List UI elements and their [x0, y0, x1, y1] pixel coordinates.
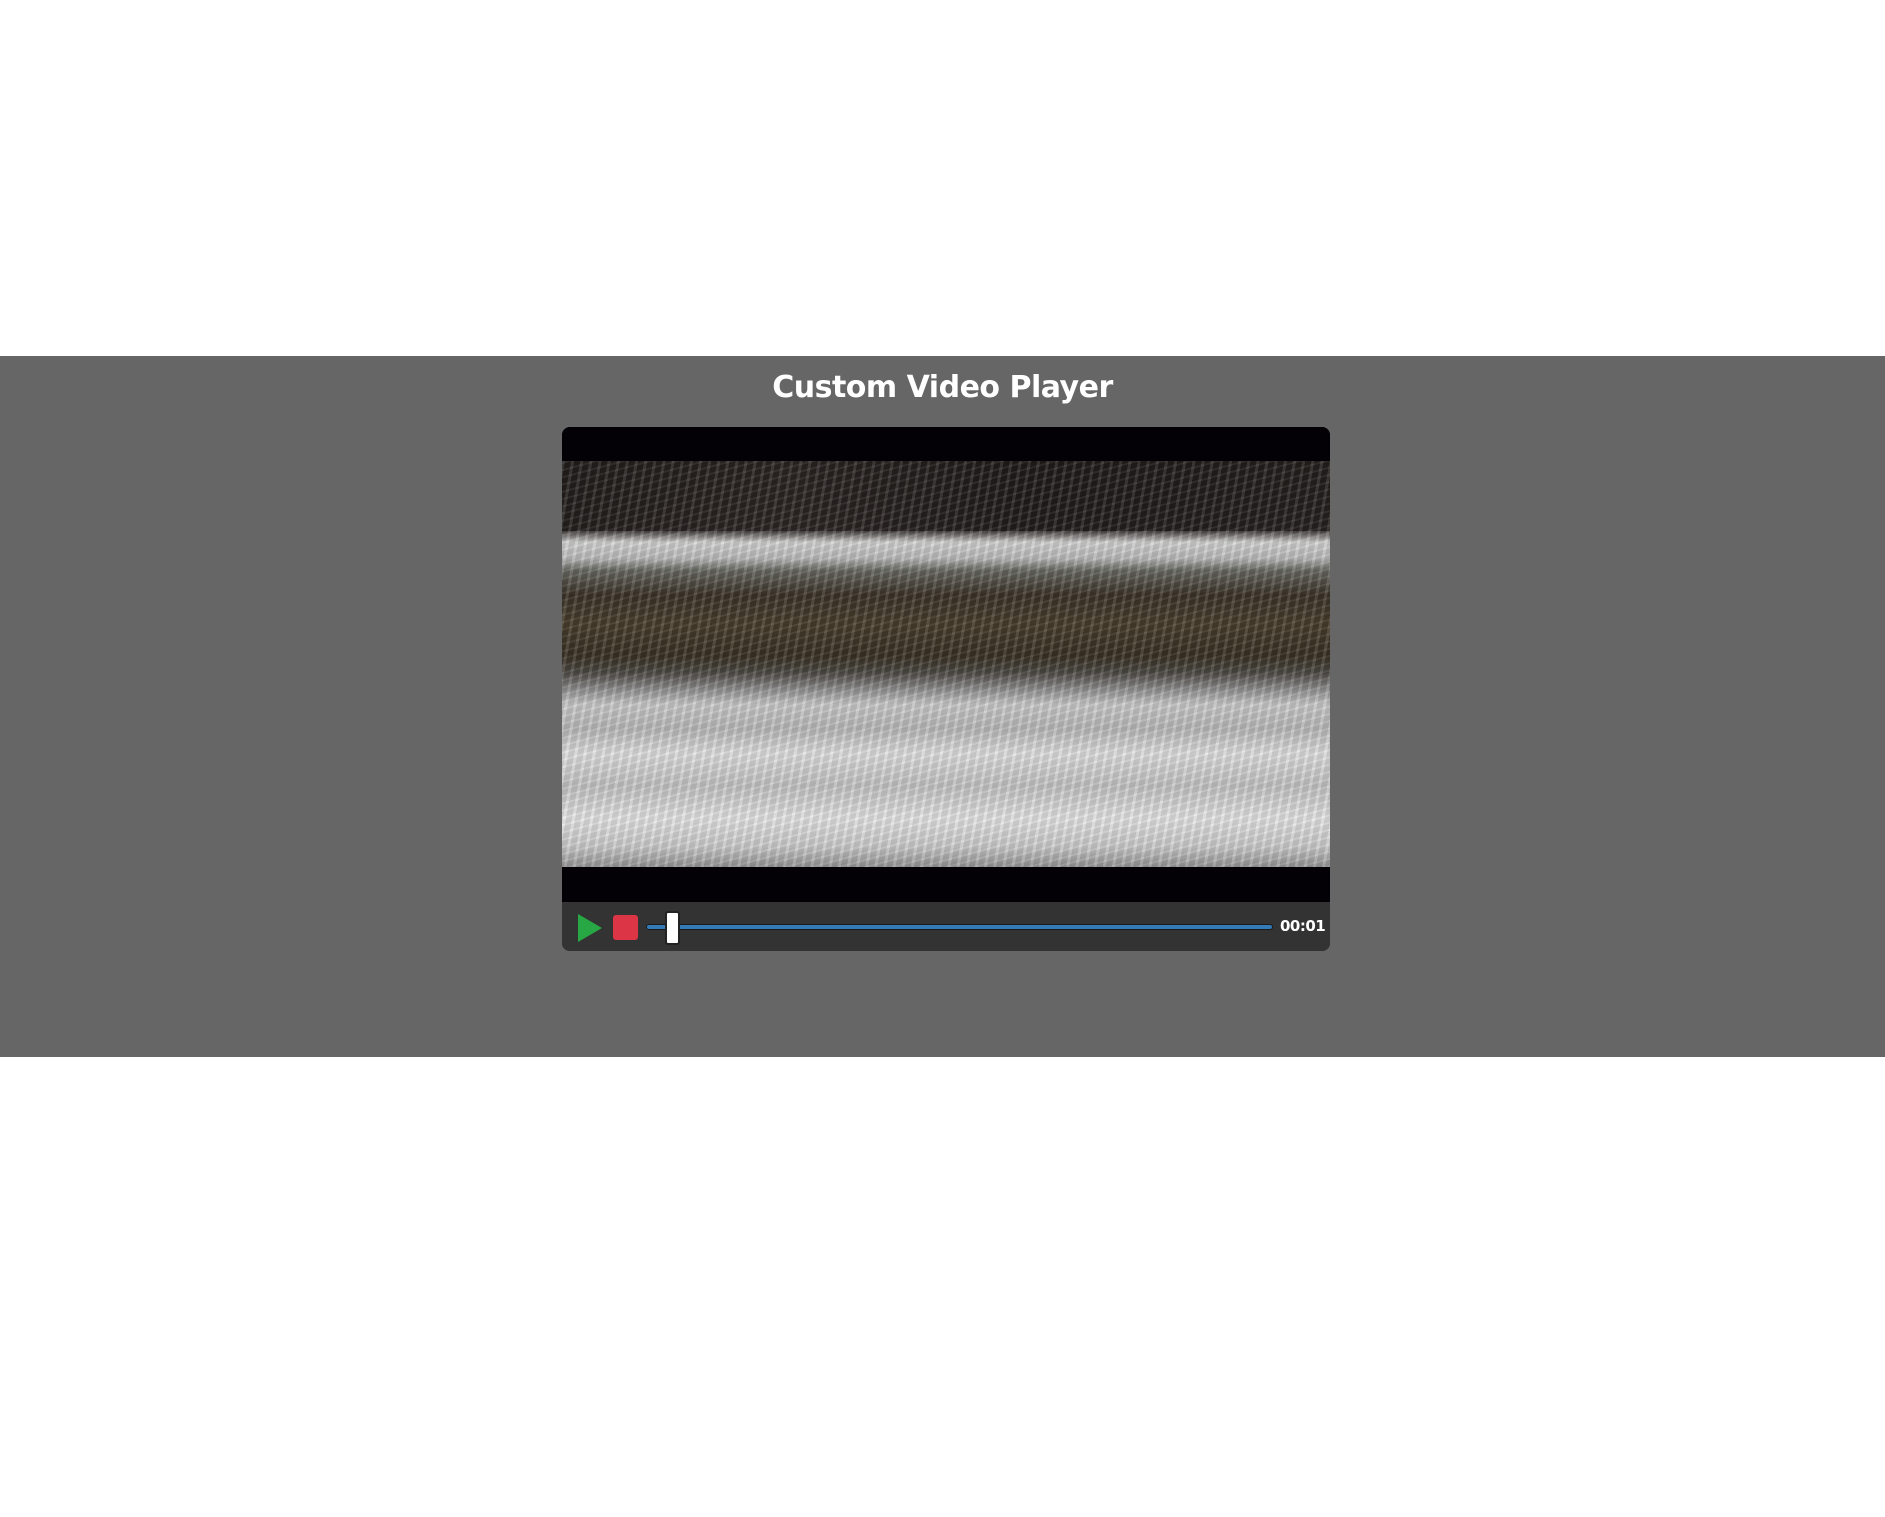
video-frame [562, 461, 1330, 867]
progress-bar[interactable] [646, 911, 1273, 945]
player-controls: 00:01 [562, 902, 1330, 951]
video-display[interactable] [562, 427, 1330, 902]
stop-icon[interactable] [613, 915, 638, 940]
page-title: Custom Video Player [772, 370, 1113, 405]
current-time: 00:01 [1280, 917, 1326, 935]
video-frame-water [562, 461, 1330, 867]
video-player: 00:01 [562, 427, 1330, 951]
progress-thumb[interactable] [665, 911, 680, 945]
play-icon[interactable] [578, 914, 602, 942]
